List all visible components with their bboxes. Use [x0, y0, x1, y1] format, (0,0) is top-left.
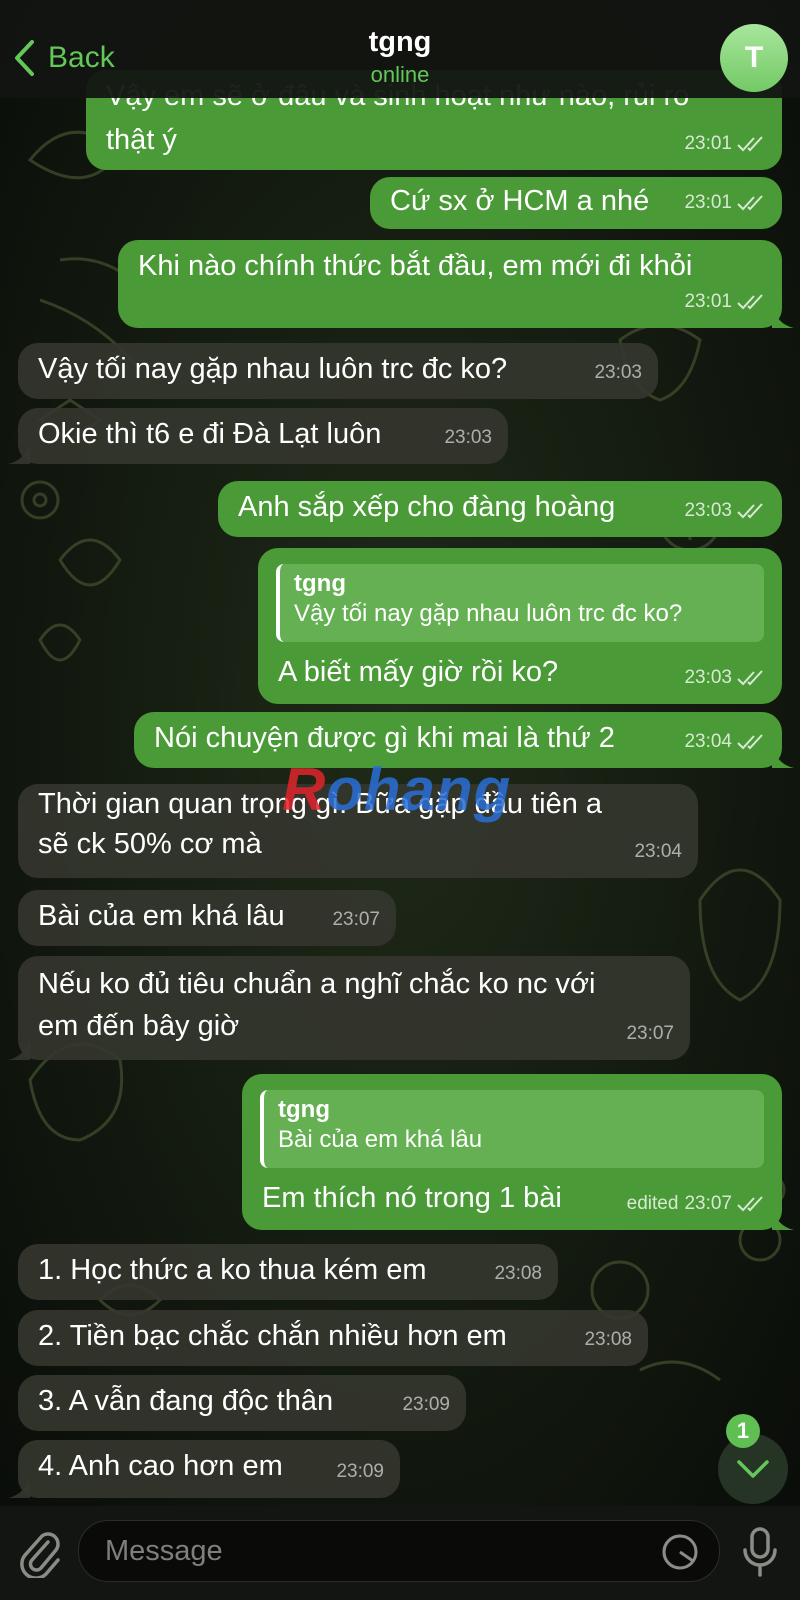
double-check-icon	[737, 502, 763, 518]
message-bubble[interactable]: 2. Tiền bạc chắc chắn nhiều hơn em 23:08	[18, 1310, 648, 1366]
message-bubble[interactable]: Anh sắp xếp cho đàng hoàng 23:03	[218, 481, 782, 537]
message-time: 23:07	[626, 1023, 674, 1044]
message-text: 2. Tiền bạc chắc chắn nhiều hơn em	[38, 1320, 507, 1352]
message-time: 23:03	[444, 427, 492, 448]
double-check-icon	[737, 293, 763, 309]
reply-text: Bài của em khá lâu	[278, 1126, 483, 1153]
message-meta: 23:08	[584, 1319, 632, 1360]
message-time: 23:04	[634, 841, 682, 862]
message-text: Cứ sx ở HCM a nhé	[390, 185, 650, 217]
message-text: 3. A vẫn đang độc thân	[38, 1385, 334, 1417]
message-text: Anh sắp xếp cho đàng hoàng	[238, 491, 616, 523]
message-text: 1. Học thức a ko thua kém em	[38, 1254, 427, 1286]
message-meta: edited 23:07	[627, 1183, 766, 1224]
message-text: 4. Anh cao hơn em	[38, 1450, 283, 1482]
chat-title[interactable]: tgng	[0, 26, 800, 59]
message-text: sẽ ck 50% cơ mà	[38, 828, 262, 860]
reply-quote[interactable]: tgng Vậy tối nay gặp nhau luôn trc đc ko…	[276, 564, 764, 642]
chevron-down-icon	[737, 1460, 769, 1478]
bubble-tail	[8, 1036, 30, 1060]
message-bubble[interactable]: 1. Học thức a ko thua kém em 23:08	[18, 1244, 558, 1300]
message-text: Em thích nó trong 1 bài	[262, 1182, 562, 1214]
microphone-icon[interactable]	[740, 1526, 780, 1580]
message-bubble[interactable]: Cứ sx ở HCM a nhé 23:01	[370, 177, 782, 229]
bubble-tail	[772, 1206, 794, 1230]
bubble-tail	[8, 440, 30, 464]
bubble-tail	[8, 1474, 30, 1498]
message-text: Nếu ko đủ tiêu chuẩn a nghĩ chắc ko nc v…	[38, 968, 596, 1000]
message-meta: 23:01	[684, 281, 766, 322]
double-check-icon	[737, 669, 763, 685]
message-time: 23:03	[594, 362, 642, 383]
online-status: online	[370, 62, 430, 87]
message-input[interactable]: Message	[78, 1520, 720, 1582]
message-text: Bài của em khá lâu	[38, 900, 285, 932]
message-meta: 23:03	[684, 657, 766, 698]
message-meta: 23:09	[402, 1384, 450, 1425]
message-time: 23:01	[684, 192, 732, 213]
watermark-logo: Rohang	[282, 756, 512, 823]
message-time: 23:09	[402, 1394, 450, 1415]
message-time: 23:01	[684, 133, 732, 154]
message-meta: 23:08	[494, 1253, 542, 1294]
edited-label: edited	[626, 1193, 679, 1214]
chat-header: Back tgng online T	[0, 0, 800, 98]
message-meta: 23:04	[684, 721, 766, 762]
message-meta: 23:04	[634, 831, 682, 872]
message-time: 23:07	[332, 909, 380, 930]
reply-message-bubble[interactable]: tgng Vậy tối nay gặp nhau luôn trc đc ko…	[258, 548, 782, 704]
message-meta: 23:01	[684, 182, 766, 223]
reply-message-bubble[interactable]: tgng Bài của em khá lâu Em thích nó tron…	[242, 1074, 794, 1230]
paperclip-icon[interactable]	[18, 1528, 62, 1578]
message-text: A biết mấy giờ rồi ko?	[278, 656, 559, 688]
message-bubble[interactable]: Nếu ko đủ tiêu chuẩn a nghĩ chắc ko nc v…	[8, 956, 690, 1060]
message-time: 23:07	[684, 1193, 732, 1214]
message-bubble[interactable]: Khi nào chính thức bắt đầu, em mới đi kh…	[118, 240, 794, 328]
message-meta: 23:07	[626, 1013, 674, 1054]
message-meta: 23:03	[594, 352, 642, 393]
message-text: Nói chuyện được gì khi mai là thứ 2	[154, 722, 615, 754]
bubble-tail	[772, 744, 794, 768]
message-bubble[interactable]: 3. A vẫn đang độc thân 23:09	[18, 1375, 466, 1431]
reply-quote[interactable]: tgng Bài của em khá lâu	[260, 1090, 764, 1168]
bubble-tail	[772, 304, 794, 328]
reply-author: tgng	[294, 570, 346, 597]
double-check-icon	[737, 135, 763, 151]
reply-author: tgng	[278, 1096, 330, 1123]
message-meta: 23:09	[336, 1451, 384, 1492]
message-time: 23:03	[684, 500, 732, 521]
message-bubble[interactable]: 4. Anh cao hơn em 23:09	[8, 1440, 400, 1498]
message-meta: 23:07	[332, 899, 380, 940]
double-check-icon	[737, 1195, 763, 1211]
avatar[interactable]: T	[720, 24, 788, 92]
double-check-icon	[737, 733, 763, 749]
sticker-icon[interactable]	[661, 1533, 699, 1571]
message-bubble[interactable]: Bài của em khá lâu 23:07	[18, 890, 396, 946]
message-meta: 23:03	[684, 490, 766, 531]
message-time: 23:09	[336, 1461, 384, 1482]
message-text: Khi nào chính thức bắt đầu, em mới đi kh…	[138, 250, 693, 282]
message-meta: 23:03	[444, 417, 492, 458]
message-bubble[interactable]: Vậy tối nay gặp nhau luôn trc đc ko? 23:…	[18, 343, 658, 399]
message-text: Okie thì t6 e đi Đà Lạt luôn	[38, 418, 382, 450]
message-text: Vậy tối nay gặp nhau luôn trc đc ko?	[38, 353, 508, 385]
message-time: 23:04	[684, 731, 732, 752]
message-time: 23:08	[584, 1329, 632, 1350]
message-time: 23:01	[684, 291, 732, 312]
message-composer: Message	[0, 1506, 800, 1600]
message-time: 23:08	[494, 1263, 542, 1284]
message-bubble[interactable]: Okie thì t6 e đi Đà Lạt luôn 23:03	[8, 408, 508, 464]
message-text: em đến bây giờ	[38, 1010, 240, 1042]
message-meta: 23:01	[684, 123, 766, 164]
message-time: 23:03	[684, 667, 732, 688]
unread-badge: 1	[726, 1414, 760, 1448]
message-text: thật ý	[106, 124, 177, 156]
double-check-icon	[737, 194, 763, 210]
reply-text: Vậy tối nay gặp nhau luôn trc đc ko?	[294, 600, 683, 627]
message-placeholder: Message	[105, 1535, 223, 1567]
